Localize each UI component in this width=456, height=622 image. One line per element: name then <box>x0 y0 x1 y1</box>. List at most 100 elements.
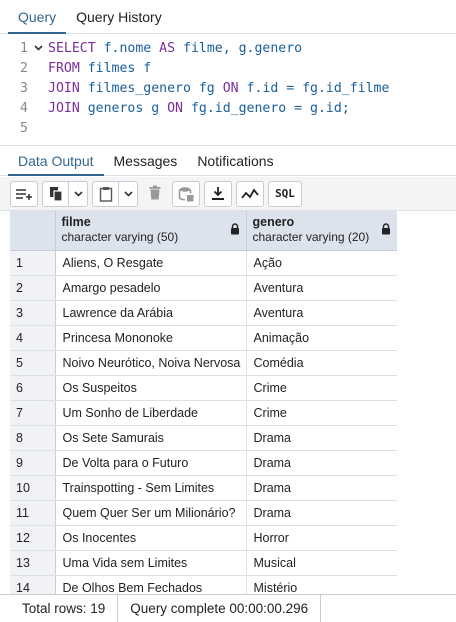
editor-line: 1 SELECT f.nome AS filme, g.genero <box>0 38 456 58</box>
column-name: genero <box>252 215 295 229</box>
add-row-group <box>10 180 38 207</box>
add-row-icon[interactable] <box>11 182 37 206</box>
cell-genero[interactable]: Comédia <box>246 350 397 376</box>
cell-filme[interactable]: De Volta para o Futuro <box>55 450 247 476</box>
tab-messages[interactable]: Messages <box>104 153 188 175</box>
table-row[interactable]: 10 Trainspotting - Sem Limites Drama <box>10 475 397 501</box>
cell-filme[interactable]: Quem Quer Ser um Milionário? <box>55 500 247 526</box>
delete-icon[interactable] <box>142 181 168 205</box>
download-icon[interactable] <box>205 182 231 206</box>
table-row[interactable]: 2 Amargo pesadelo Aventura <box>10 275 397 301</box>
column-name: filme <box>61 215 91 229</box>
cell-genero[interactable]: Musical <box>246 550 397 576</box>
delete-group <box>142 181 168 207</box>
table-row[interactable]: 6 Os Suspeitos Crime <box>10 375 397 401</box>
tab-data-output[interactable]: Data Output <box>8 153 104 176</box>
cell-genero[interactable]: Crime <box>246 375 397 401</box>
sql-editor[interactable]: 1 SELECT f.nome AS filme, g.genero 2 FRO… <box>0 35 456 146</box>
paste-icon[interactable] <box>93 181 119 206</box>
column-type: character varying (20) <box>252 230 370 244</box>
cell-filme[interactable]: Os Sete Samurais <box>55 425 247 451</box>
data-grid[interactable]: filme character varying (50) genero char… <box>10 211 397 594</box>
cell-filme[interactable]: Princesa Mononoke <box>55 325 247 351</box>
table-row[interactable]: 13 Uma Vida sem Limites Musical <box>10 550 397 576</box>
table-row[interactable]: 8 Os Sete Samurais Drama <box>10 425 397 451</box>
cell-genero[interactable]: Horror <box>246 525 397 551</box>
cell-filme[interactable]: Os Suspeitos <box>55 375 247 401</box>
table-row[interactable]: 11 Quem Quer Ser um Milionário? Drama <box>10 500 397 526</box>
query-status: Query complete 00:00:00.296 <box>118 595 322 622</box>
cell-genero[interactable]: Drama <box>246 500 397 526</box>
cell-filme[interactable]: Lawrence da Arábia <box>55 300 247 326</box>
cell-genero[interactable]: Drama <box>246 425 397 451</box>
row-number[interactable]: 11 <box>10 500 56 526</box>
chevron-down-icon[interactable] <box>69 182 87 206</box>
table-row[interactable]: 5 Noivo Neurótico, Noiva Nervosa Comédia <box>10 350 397 376</box>
cell-filme[interactable]: Uma Vida sem Limites <box>55 550 247 576</box>
table-row[interactable]: 3 Lawrence da Arábia Aventura <box>10 300 397 326</box>
table-row[interactable]: 1 Aliens, O Resgate Ação <box>10 250 397 276</box>
paste-group <box>92 180 138 207</box>
chevron-down-icon[interactable] <box>119 182 137 206</box>
cell-genero[interactable]: Crime <box>246 400 397 426</box>
graph-group <box>236 180 264 207</box>
code-line: JOIN filmes_genero fg ON f.id = fg.id_fi… <box>48 80 390 96</box>
row-number[interactable]: 13 <box>10 550 56 576</box>
table-row[interactable]: 7 Um Sonho de Liberdade Crime <box>10 400 397 426</box>
sql-group: SQL <box>268 180 302 207</box>
row-number[interactable]: 5 <box>10 350 56 376</box>
cell-genero[interactable]: Drama <box>246 450 397 476</box>
code-line: FROM filmes f <box>48 60 152 76</box>
line-number: 2 <box>20 60 28 76</box>
cell-genero[interactable]: Aventura <box>246 275 397 301</box>
row-number[interactable]: 3 <box>10 300 56 326</box>
row-number[interactable]: 10 <box>10 475 56 501</box>
row-number[interactable]: 14 <box>10 575 56 594</box>
total-rows: Total rows: 19 <box>0 595 119 622</box>
column-header-genero[interactable]: genero character varying (20) <box>246 211 397 251</box>
cell-filme[interactable]: Trainspotting - Sem Limites <box>55 475 247 501</box>
row-number[interactable]: 9 <box>10 450 56 476</box>
row-number[interactable]: 1 <box>10 250 56 276</box>
sql-label: SQL <box>275 187 295 200</box>
table-header-row: filme character varying (50) genero char… <box>10 211 397 251</box>
tab-query[interactable]: Query <box>8 9 67 34</box>
cell-genero[interactable]: Drama <box>246 475 397 501</box>
copy-icon[interactable] <box>43 181 69 206</box>
cell-filme[interactable]: Um Sonho de Liberdade <box>55 400 247 426</box>
row-number[interactable]: 7 <box>10 400 56 426</box>
table-row[interactable]: 12 Os Inocentes Horror <box>10 525 397 551</box>
cell-genero[interactable]: Mistério <box>246 575 397 594</box>
tab-notifications[interactable]: Notifications <box>187 153 283 175</box>
table-row[interactable]: 9 De Volta para o Futuro Drama <box>10 450 397 476</box>
editor-line: 4 JOIN generos g ON fg.id_genero = g.id; <box>0 98 456 118</box>
cell-filme[interactable]: De Olhos Bem Fechados <box>55 575 247 594</box>
graph-icon[interactable] <box>237 182 263 206</box>
cell-filme[interactable]: Os Inocentes <box>55 525 247 551</box>
line-number: 4 <box>20 100 28 116</box>
line-number: 1 <box>20 40 28 56</box>
row-number[interactable]: 12 <box>10 525 56 551</box>
query-tab-bar: Query Query History <box>0 0 456 34</box>
cell-filme[interactable]: Noivo Neurótico, Noiva Nervosa <box>55 350 247 376</box>
row-number[interactable]: 2 <box>10 275 56 301</box>
row-number[interactable]: 6 <box>10 375 56 401</box>
tab-query-history[interactable]: Query History <box>66 9 172 33</box>
save-data-icon[interactable] <box>173 182 199 206</box>
row-number-header[interactable] <box>10 211 56 251</box>
row-number[interactable]: 4 <box>10 325 56 351</box>
code-line: SELECT f.nome AS filme, g.genero <box>48 40 303 56</box>
sql-button[interactable]: SQL <box>269 182 301 206</box>
cell-genero[interactable]: Aventura <box>246 300 397 326</box>
cell-filme[interactable]: Aliens, O Resgate <box>55 250 247 276</box>
cell-genero[interactable]: Ação <box>246 250 397 276</box>
table-row[interactable]: 14 De Olhos Bem Fechados Mistério <box>10 575 397 594</box>
table-row[interactable]: 4 Princesa Mononoke Animação <box>10 325 397 351</box>
chevron-down-icon[interactable] <box>28 43 48 54</box>
cell-filme[interactable]: Amargo pesadelo <box>55 275 247 301</box>
row-number[interactable]: 8 <box>10 425 56 451</box>
cell-genero[interactable]: Animação <box>246 325 397 351</box>
results-table: filme character varying (50) genero char… <box>10 211 397 594</box>
column-header-filme[interactable]: filme character varying (50) <box>55 211 247 251</box>
copy-group <box>42 180 88 207</box>
